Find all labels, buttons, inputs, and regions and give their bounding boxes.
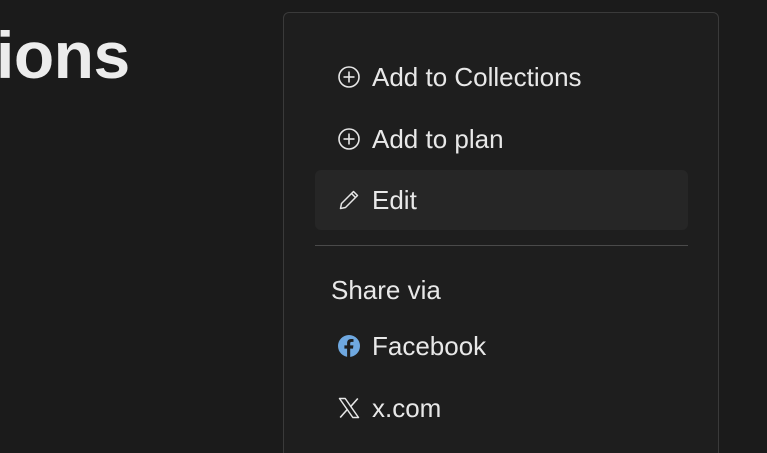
menu-item-label: x.com [372, 392, 442, 423]
share-via-heading: Share via [331, 275, 441, 305]
add-to-plan-menu-item[interactable]: Add to plan [315, 109, 688, 169]
menu-item-label: Facebook [372, 330, 487, 361]
menu-item-label: Add to plan [372, 123, 504, 154]
x-logo-icon [337, 396, 361, 420]
share-facebook-menu-item[interactable]: Facebook [315, 316, 688, 376]
pencil-icon [337, 188, 361, 212]
plus-circle-icon [337, 65, 361, 89]
add-to-collections-menu-item[interactable]: Add to Collections [315, 47, 688, 107]
plus-circle-icon [337, 127, 361, 151]
edit-menu-item[interactable]: Edit [315, 170, 688, 230]
menu-item-label: Add to Collections [372, 61, 582, 92]
menu-item-label: Edit [372, 184, 417, 215]
share-x-menu-item[interactable]: x.com [315, 378, 688, 438]
page-title: ions [0, 18, 130, 92]
context-menu: Add to Collections Add to plan Edit Shar… [283, 12, 719, 453]
facebook-icon [337, 334, 361, 358]
menu-divider [315, 245, 688, 246]
page: ions Add to Collections Add to plan Edit… [0, 0, 767, 453]
